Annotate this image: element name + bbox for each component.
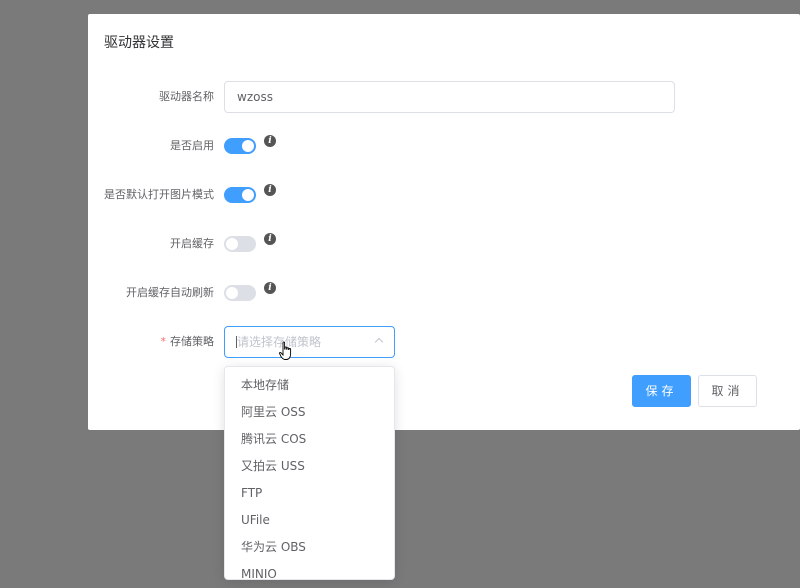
image-mode-label: 是否默认打开图片模式 bbox=[104, 188, 214, 201]
info-icon[interactable]: i bbox=[264, 282, 276, 294]
info-icon[interactable]: i bbox=[264, 233, 276, 245]
save-button[interactable]: 保存 bbox=[632, 375, 691, 407]
dropdown-option-minio[interactable]: MINIO bbox=[225, 561, 394, 579]
dropdown-option-upyun-uss[interactable]: 又拍云 USS bbox=[225, 453, 394, 480]
switch-knob bbox=[242, 140, 254, 152]
name-label: 驱动器名称 bbox=[159, 90, 214, 103]
dropdown-option-huawei-obs[interactable]: 华为云 OBS bbox=[225, 534, 394, 561]
driver-settings-dialog: 驱动器设置 驱动器名称 wzoss 是否启用 i 是否默认打开图片模式 i 开启… bbox=[88, 14, 800, 430]
dialog-title: 驱动器设置 bbox=[104, 35, 174, 51]
storage-label-text: 存储策略 bbox=[170, 335, 214, 348]
info-icon[interactable]: i bbox=[264, 135, 276, 147]
enable-switch[interactable] bbox=[224, 138, 256, 154]
dropdown-option-ufile[interactable]: UFile bbox=[225, 507, 394, 534]
chevron-up-icon bbox=[374, 337, 384, 347]
storage-dropdown: 本地存储 阿里云 OSS 腾讯云 COS 又拍云 USS FTP UFile 华… bbox=[224, 366, 395, 580]
form-row-image-mode: 是否默认打开图片模式 i bbox=[88, 179, 800, 211]
form-row-cache-refresh: 开启缓存自动刷新 i bbox=[88, 277, 800, 309]
cache-switch[interactable] bbox=[224, 236, 256, 252]
dropdown-option-aliyun-oss[interactable]: 阿里云 OSS bbox=[225, 399, 394, 426]
form-row-storage: * 存储策略 请选择存储策略 bbox=[88, 326, 800, 360]
enable-label: 是否启用 bbox=[170, 139, 214, 152]
switch-knob bbox=[242, 189, 254, 201]
form-row-name: 驱动器名称 wzoss bbox=[88, 81, 800, 113]
info-icon[interactable]: i bbox=[264, 184, 276, 196]
cancel-button[interactable]: 取消 bbox=[698, 375, 757, 407]
dropdown-option-ftp[interactable]: FTP bbox=[225, 480, 394, 507]
cache-refresh-switch[interactable] bbox=[224, 285, 256, 301]
dropdown-option-tencent-cos[interactable]: 腾讯云 COS bbox=[225, 426, 394, 453]
storage-select[interactable]: 请选择存储策略 bbox=[224, 326, 395, 360]
dropdown-option-local[interactable]: 本地存储 bbox=[225, 372, 394, 399]
cache-refresh-label: 开启缓存自动刷新 bbox=[126, 286, 214, 299]
required-mark: * bbox=[160, 335, 167, 348]
storage-label: * 存储策略 bbox=[161, 326, 215, 358]
image-mode-switch[interactable] bbox=[224, 187, 256, 203]
cache-label: 开启缓存 bbox=[170, 237, 214, 250]
form-row-enable: 是否启用 i bbox=[88, 130, 800, 162]
switch-knob bbox=[226, 238, 238, 250]
driver-name-input[interactable]: wzoss bbox=[224, 81, 675, 113]
hand-cursor-icon bbox=[279, 341, 292, 360]
form-row-cache: 开启缓存 i bbox=[88, 228, 800, 260]
switch-knob bbox=[226, 287, 238, 299]
